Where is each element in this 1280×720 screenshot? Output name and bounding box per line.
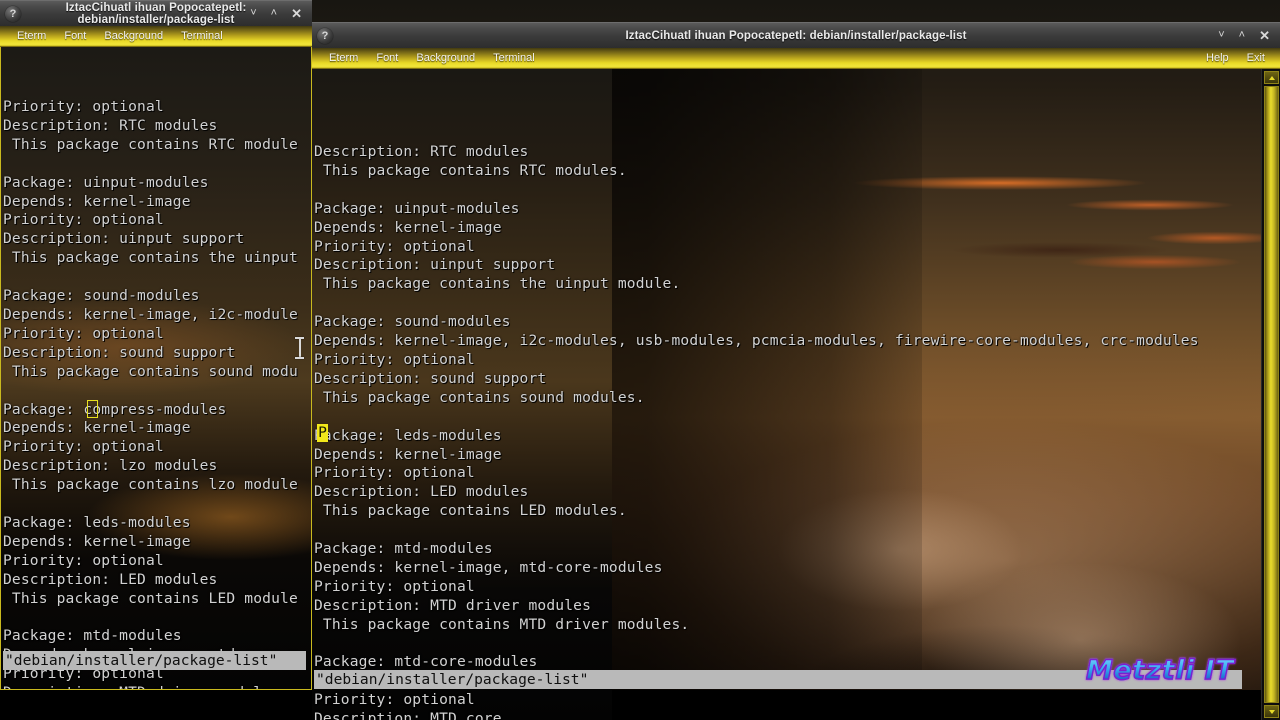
terminal-frame-focused[interactable]: Description: RTC modules This package co… [312,69,1280,720]
window-controls-background[interactable]: ˅ ˄ ✕ [250,7,312,20]
titlebar-focused-window[interactable]: ? IztacCihuatl ihuan Popocatepetl: debia… [312,22,1280,48]
minimize-button[interactable]: ˅ [1218,30,1224,41]
menu-eterm[interactable]: Eterm [8,26,55,47]
window-controls-focused[interactable]: ˅ ˄ ✕ [1218,29,1280,42]
scroll-up-arrow-icon[interactable] [1264,71,1279,84]
metztli-it-logo: Metztli IT [1085,654,1235,686]
terminal-scrollbar[interactable] [1261,69,1280,720]
menu-exit[interactable]: Exit [1238,48,1274,69]
menu-background[interactable]: Background [407,48,484,69]
minimize-button[interactable]: ˅ [250,8,256,19]
menu-background[interactable]: Background [95,26,172,47]
menubar-right-group[interactable]: Help Exit [1197,48,1280,69]
menu-font[interactable]: Font [367,48,407,69]
terminal-output-focused: Description: RTC modules This package co… [314,143,1199,720]
text-cursor-focused: P [317,424,328,442]
terminal-window-focused[interactable]: ? IztacCihuatl ihuan Popocatepetl: debia… [312,22,1280,720]
menubar-focused-window[interactable]: Eterm Font Background Terminal Help Exit [312,48,1280,69]
desktop: ? IztacCihuatl ihuan Popocatepetl: debia… [0,0,1280,720]
scrollbar-thumb[interactable] [1264,86,1279,703]
menu-font[interactable]: Font [55,26,95,47]
terminal-window-background[interactable]: ? IztacCihuatl ihuan Popocatepetl: debia… [0,0,312,690]
question-mark-icon: ? [317,27,333,44]
menu-terminal[interactable]: Terminal [172,26,232,47]
question-mark-icon: ? [5,5,21,22]
text-cursor-background [87,400,98,418]
status-line-background: "debian/installer/package-list" [3,651,306,670]
terminal-output-background: Priority: optional Description: RTC modu… [3,98,298,689]
close-button[interactable]: ✕ [291,7,302,20]
menubar-background-window[interactable]: Eterm Font Background Terminal [0,26,312,47]
maximize-button[interactable]: ˄ [271,8,277,19]
menu-eterm[interactable]: Eterm [320,48,367,69]
titlebar-background-window[interactable]: ? IztacCihuatl ihuan Popocatepetl: debia… [0,0,312,26]
close-button[interactable]: ✕ [1259,29,1270,42]
mouse-cursor-ibeam [295,337,304,359]
menu-terminal[interactable]: Terminal [484,48,544,69]
menu-help[interactable]: Help [1197,48,1238,69]
scroll-down-arrow-icon[interactable] [1264,705,1279,718]
terminal-frame-background[interactable]: Priority: optional Description: RTC modu… [0,47,312,690]
window-title-focused: IztacCihuatl ihuan Popocatepetl: debian/… [625,29,967,42]
maximize-button[interactable]: ˄ [1239,30,1245,41]
